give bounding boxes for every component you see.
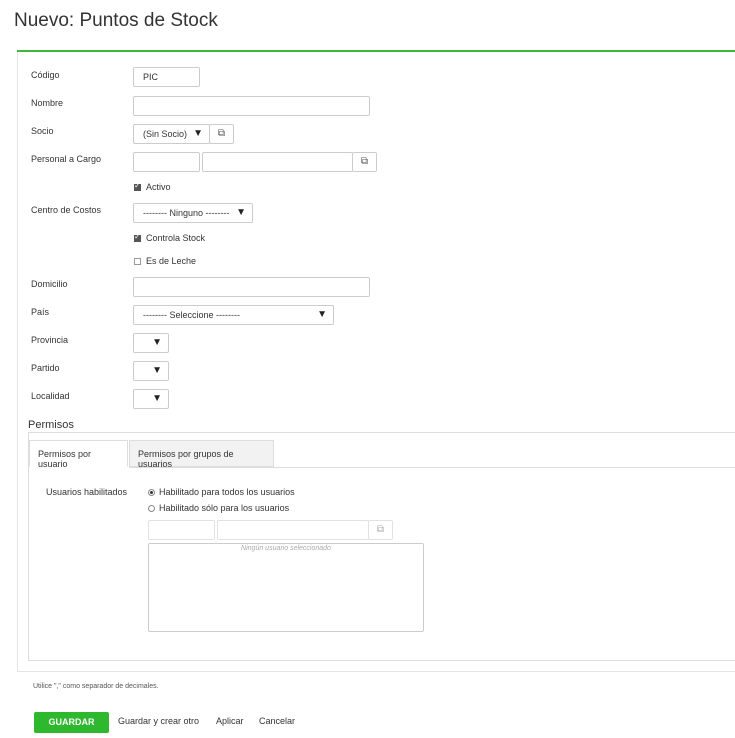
radio-all-label: Habilitado para todos los usuarios [159,487,295,497]
activo-label: Activo [146,182,171,192]
cancel-link[interactable]: Cancelar [259,716,295,726]
chevron-down-icon: ▼ [152,365,162,376]
socio-label: Socio [31,126,54,136]
personal-name-input[interactable] [202,152,353,172]
chevron-down-icon: ▼ [152,393,162,404]
domicilio-input[interactable] [133,277,370,297]
nombre-label: Nombre [31,98,64,108]
centro-select[interactable]: -------- Ninguno -------- ▼ [133,203,253,223]
radio-some-dot[interactable] [148,504,155,512]
provincia-select[interactable]: ▼ [133,333,169,353]
selected-users-list[interactable]: Ningún usuario seleccionado [148,543,424,632]
radio-all-dot[interactable] [148,488,155,496]
personal-code-input[interactable] [133,152,200,172]
controla-label: Controla Stock [146,233,206,243]
personal-label: Personal a Cargo [31,154,102,164]
decimal-note: Utilice "," como separador de decimales. [33,683,159,690]
leche-checkbox[interactable]: Es de Leche [134,256,196,266]
domicilio-label: Domicilio [31,279,68,289]
localidad-select[interactable]: ▼ [133,389,169,409]
radio-all-users[interactable]: Habilitado para todos los usuarios [148,487,295,497]
chevron-down-icon: ▼ [236,207,246,218]
codigo-label: Código [31,70,60,80]
localidad-label: Localidad [31,391,70,401]
apply-link[interactable]: Aplicar [216,716,244,726]
empty-list-message: Ningún usuario seleccionado [241,545,331,552]
socio-external-link-icon[interactable]: ⧉ [209,124,234,144]
tab-permisos-grupos[interactable]: Permisos por grupos de usuarios [129,440,274,469]
nombre-input[interactable] [133,96,370,116]
user-name-input[interactable] [217,520,369,540]
chevron-down-icon: ▼ [317,309,327,320]
controla-check-box[interactable] [134,232,141,242]
socio-select[interactable]: (Sin Socio) ▼ [133,124,210,144]
tab-permisos-usuario[interactable]: Permisos por usuario [29,440,128,469]
page-title: Nuevo: Puntos de Stock [14,10,218,31]
usuarios-label: Usuarios habilitados [46,487,128,497]
chevron-down-icon: ▼ [152,337,162,348]
centro-label: Centro de Costos [31,205,102,215]
chevron-down-icon: ▼ [193,128,203,139]
permisos-title: Permisos [28,419,74,431]
save-button[interactable]: GUARDAR [34,712,109,733]
save-and-new-link[interactable]: Guardar y crear otro [118,716,199,726]
centro-select-value: -------- Ninguno -------- [143,208,230,218]
socio-select-value: (Sin Socio) [143,129,188,139]
user-external-link-icon[interactable]: ⧉ [368,520,393,540]
pais-label: País [31,307,50,317]
radio-some-label: Habilitado sólo para los usuarios [159,503,290,513]
pais-select-value: -------- Seleccione -------- [143,310,240,320]
provincia-label: Provincia [31,335,69,345]
user-code-input[interactable] [148,520,215,540]
partido-label: Partido [31,363,60,373]
activo-checkbox[interactable]: Activo [134,181,171,192]
leche-check-box[interactable] [134,257,141,265]
tab-divider [129,467,735,468]
codigo-input[interactable]: PIC [133,67,200,87]
activo-check-box[interactable] [134,181,141,191]
partido-select[interactable]: ▼ [133,361,169,381]
controla-checkbox[interactable]: Controla Stock [134,232,206,243]
personal-external-link-icon[interactable]: ⧉ [352,152,377,172]
radio-some-users[interactable]: Habilitado sólo para los usuarios [148,503,289,513]
pais-select[interactable]: -------- Seleccione -------- ▼ [133,305,334,325]
leche-label: Es de Leche [146,256,197,266]
